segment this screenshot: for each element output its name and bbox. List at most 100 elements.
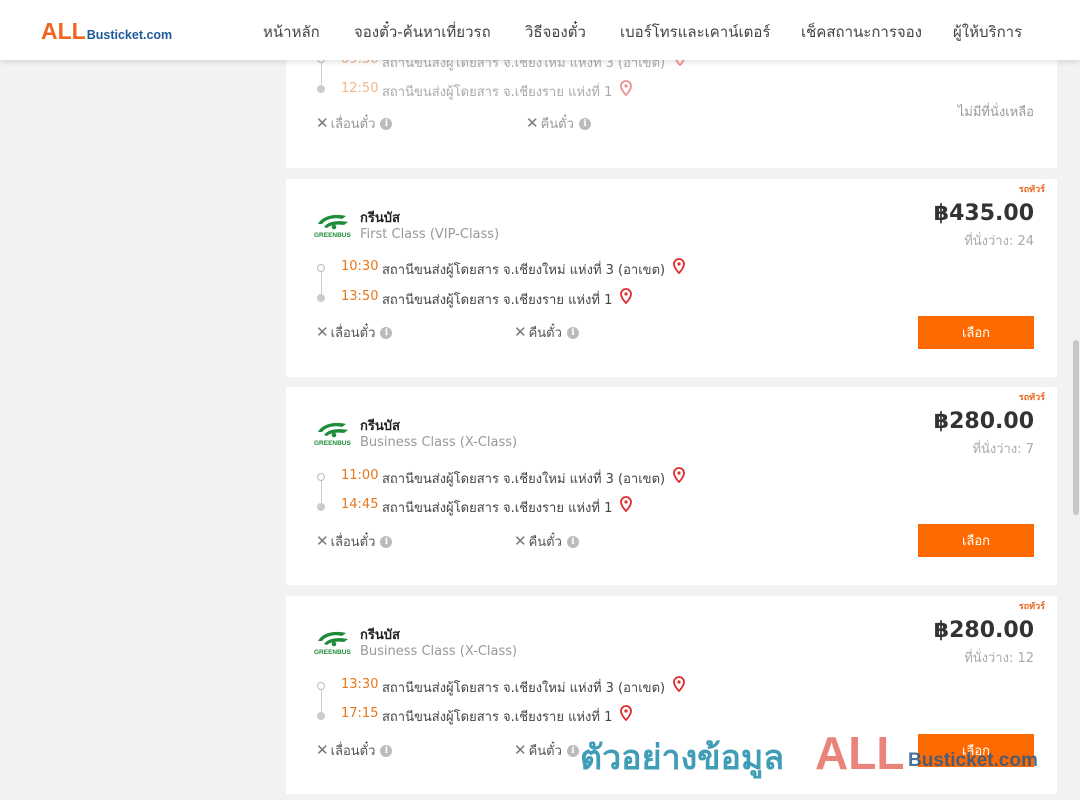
- map-pin-icon[interactable]: [619, 80, 633, 96]
- select-trip-button[interactable]: เลือก: [918, 524, 1034, 557]
- bus-type-tag: รถทัวร์: [1018, 393, 1045, 403]
- info-icon[interactable]: i: [380, 744, 393, 757]
- change-ticket-label: เลื่อนตั๋ว: [330, 326, 376, 341]
- refund-ticket-label: คืนตั๋ว: [528, 326, 562, 341]
- site-logo[interactable]: ALL Busticket.com: [41, 18, 172, 45]
- depart-station: สถานีขนส่งผู้โดยสาร จ.เชียงใหม่ แห่งที่ …: [382, 263, 666, 278]
- refund-ticket-label: คืนตั๋ว: [528, 744, 562, 759]
- watermark-logo-busticket: Busticket.com: [908, 750, 1038, 771]
- x-icon: ✕: [514, 323, 527, 341]
- x-icon: ✕: [316, 323, 329, 341]
- operator-name: กรีนบัส: [360, 628, 400, 643]
- change-ticket-policy: ✕ เลื่อนตั๋ว i: [316, 322, 393, 343]
- greenbus-logo-icon: GREENBUS: [314, 422, 352, 447]
- map-pin-icon[interactable]: [619, 288, 633, 304]
- depart-time: 11:00: [341, 468, 379, 483]
- arrive-time: 14:45: [341, 497, 379, 512]
- timeline-depart-dot: [317, 264, 325, 272]
- arrive-station: สถานีขนส่งผู้โดยสาร จ.เชียงราย แห่งที่ 1: [382, 293, 613, 308]
- timeline-line: [321, 63, 322, 85]
- ticket-price: ฿435.00: [933, 201, 1034, 226]
- svg-text:GREENBUS: GREENBUS: [314, 232, 352, 239]
- map-pin-icon[interactable]: [672, 676, 686, 692]
- map-pin-icon[interactable]: [672, 258, 686, 274]
- sample-data-watermark: ตัวอย่างข้อมูล: [580, 738, 785, 778]
- timeline-arrive-dot: [317, 85, 325, 93]
- select-trip-button[interactable]: เลือก: [918, 316, 1034, 349]
- info-icon[interactable]: i: [566, 535, 579, 548]
- info-icon[interactable]: i: [566, 326, 579, 339]
- x-icon: ✕: [526, 114, 539, 132]
- bus-type-tag: รถทัวร์: [1018, 602, 1045, 612]
- logo-busticket-text: Busticket.com: [86, 28, 173, 42]
- scrollbar-thumb[interactable]: [1073, 340, 1079, 515]
- change-ticket-label: เลื่อนตั๋ว: [330, 117, 376, 132]
- arrive-time: 17:15: [341, 706, 379, 721]
- timeline-depart-dot: [317, 473, 325, 481]
- seats-available: ที่นั่งว่าง: 24: [964, 234, 1034, 249]
- bus-type-tag: รถทัวร์: [1018, 185, 1045, 195]
- arrive-station: สถานีขนส่งผู้โดยสาร จ.เชียงราย แห่งที่ 1: [382, 501, 613, 516]
- nav-operators[interactable]: ผู้ให้บริการ: [953, 20, 1022, 44]
- arrive-time: 12:50: [341, 81, 379, 96]
- change-ticket-policy: ✕ เลื่อนตั๋ว i: [316, 113, 393, 134]
- trip-card: รถทัวร์ GREENBUS กรีนบัส Business Class …: [286, 387, 1057, 585]
- refund-ticket-policy: ✕ คืนตั๋ว i: [526, 113, 591, 134]
- refund-ticket-policy: ✕ คืนตั๋ว i: [514, 531, 579, 552]
- refund-ticket-label: คืนตั๋ว: [528, 535, 562, 550]
- refund-ticket-policy: ✕ คืนตั๋ว i: [514, 322, 579, 343]
- info-icon[interactable]: i: [380, 326, 393, 339]
- nav-how-to-book[interactable]: วิธีจองตั๋ว: [525, 20, 586, 44]
- refund-ticket-label: คืนตั๋ว: [540, 117, 574, 132]
- seats-available: ที่นั่งว่าง: 7: [972, 442, 1034, 457]
- arrive-station: สถานีขนส่งผู้โดยสาร จ.เชียงราย แห่งที่ 1: [382, 710, 613, 725]
- x-icon: ✕: [316, 741, 329, 759]
- operator-name: กรีนบัส: [360, 419, 400, 434]
- arrive-time: 13:50: [341, 289, 379, 304]
- info-icon[interactable]: i: [380, 535, 393, 548]
- bus-class: Business Class (X-Class): [360, 644, 518, 659]
- map-pin-icon[interactable]: [672, 467, 686, 483]
- greenbus-logo-icon: GREENBUS: [314, 214, 352, 239]
- nav-phone-counters[interactable]: เบอร์โทรและเคาน์เตอร์: [620, 20, 770, 44]
- timeline-line: [321, 690, 322, 712]
- info-icon[interactable]: i: [380, 117, 393, 130]
- x-icon: ✕: [316, 532, 329, 550]
- timeline-arrive-dot: [317, 712, 325, 720]
- timeline-arrive-dot: [317, 294, 325, 302]
- timeline-depart-dot: [317, 682, 325, 690]
- info-icon[interactable]: i: [578, 117, 591, 130]
- depart-time: 10:30: [341, 259, 379, 274]
- svg-text:GREENBUS: GREENBUS: [314, 649, 352, 656]
- bus-class: Business Class (X-Class): [360, 435, 518, 450]
- timeline-line: [321, 481, 322, 503]
- map-pin-icon[interactable]: [619, 496, 633, 512]
- seats-available: ที่นั่งว่าง: 12: [964, 651, 1034, 666]
- map-pin-icon[interactable]: [619, 705, 633, 721]
- svg-text:GREENBUS: GREENBUS: [314, 440, 352, 447]
- x-icon: ✕: [514, 532, 527, 550]
- change-ticket-policy: ✕ เลื่อนตั๋ว i: [316, 531, 393, 552]
- change-ticket-label: เลื่อนตั๋ว: [330, 535, 376, 550]
- info-icon[interactable]: i: [566, 744, 579, 757]
- x-icon: ✕: [316, 114, 329, 132]
- nav-booking-status[interactable]: เช็คสถานะการจอง: [801, 20, 922, 44]
- refund-ticket-policy: ✕ คืนตั๋ว i: [514, 740, 579, 761]
- sold-out-status: ไม่มีที่นั่งเหลือ: [957, 105, 1034, 120]
- x-icon: ✕: [514, 741, 527, 759]
- depart-station: สถานีขนส่งผู้โดยสาร จ.เชียงใหม่ แห่งที่ …: [382, 472, 666, 487]
- ticket-price: ฿280.00: [933, 618, 1034, 643]
- bus-class: First Class (VIP-Class): [360, 227, 500, 242]
- timeline-line: [321, 272, 322, 294]
- arrive-station: สถานีขนส่งผู้โดยสาร จ.เชียงราย แห่งที่ 1: [382, 85, 613, 100]
- operator-name: กรีนบัส: [360, 211, 400, 226]
- greenbus-logo-icon: GREENBUS: [314, 631, 352, 656]
- logo-all-text: ALL: [41, 18, 86, 44]
- nav-home[interactable]: หน้าหลัก: [263, 20, 320, 44]
- site-header: ALL Busticket.com หน้าหลัก จองตั๋ว-ค้นหา…: [0, 0, 1080, 60]
- timeline-arrive-dot: [317, 503, 325, 511]
- nav-book-search[interactable]: จองตั๋ว-ค้นหาเที่ยวรถ: [354, 20, 491, 44]
- watermark-logo-all: ALL: [815, 727, 905, 779]
- trip-card: รถทัวร์ GREENBUS กรีนบัส First Class (VI…: [286, 179, 1057, 377]
- depart-station: สถานีขนส่งผู้โดยสาร จ.เชียงใหม่ แห่งที่ …: [382, 681, 666, 696]
